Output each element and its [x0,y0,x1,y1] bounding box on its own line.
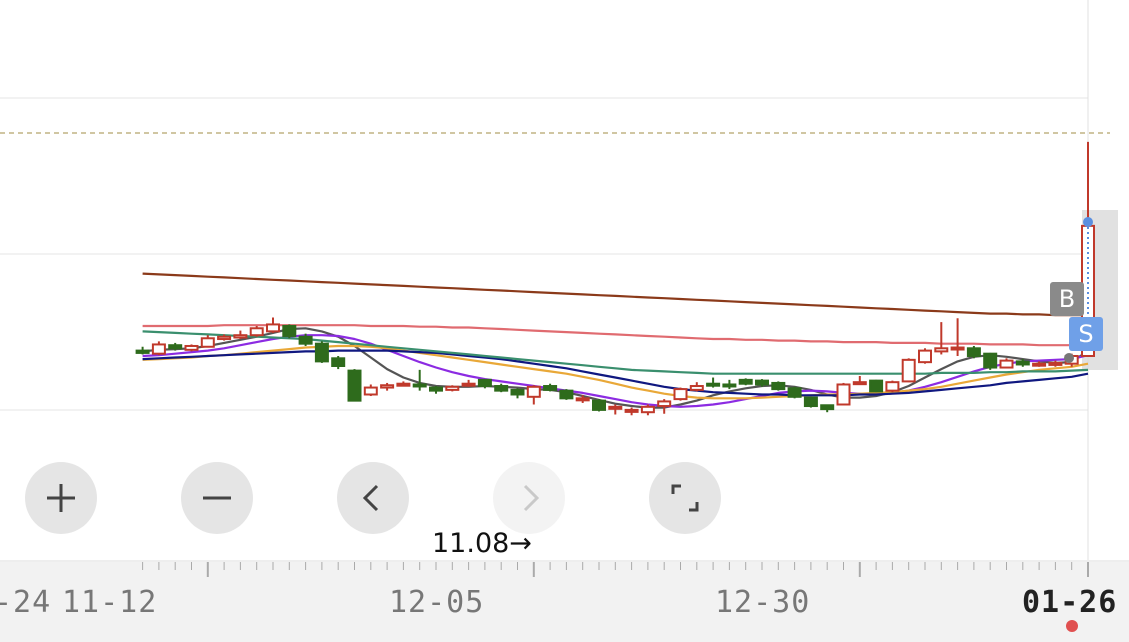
candle-body [820,404,835,411]
candle-body [836,383,851,406]
candle-body [592,399,606,411]
candle-body [918,349,932,364]
x-axis-band [0,562,1129,642]
minus-icon [203,496,231,500]
candle-body [901,358,916,383]
candle-body [429,386,443,392]
chevron-left-icon [362,484,379,512]
candle-body [412,383,427,388]
candle-body [233,334,248,339]
candle-body [314,342,329,363]
candle-body [983,352,998,369]
candle-body [640,405,655,414]
sell-marker: S [1069,317,1103,351]
candle-body [347,369,362,402]
candle-body [934,347,949,353]
candle-body [477,378,492,388]
candle-body [722,383,737,388]
candle-body [950,346,965,351]
candle-body [217,335,232,341]
x-tick-label: -24 [0,585,52,620]
moving-average-line [142,272,1088,317]
candle-body [869,379,884,393]
x-tick-label: 01-26 [1022,585,1118,620]
candle-body [396,382,411,387]
candle-body [526,385,541,398]
candle-body [803,396,818,408]
buy-marker: B [1050,282,1084,316]
latest-indicator [1066,620,1078,632]
candle-body [755,379,769,386]
candle-body [885,381,900,392]
candle-body [249,327,264,337]
candle-body [200,337,215,348]
candle-body [771,381,786,391]
candle-body [608,405,623,410]
candle-body [184,344,199,351]
candle-body [689,385,704,391]
navigation-hint: 11.08→ [432,528,532,559]
candle-body [657,400,672,408]
candle-body [543,385,558,391]
candle-body [510,388,525,396]
signal-point [1064,353,1074,363]
candle-body [331,357,346,367]
x-tick-label: 12-30 [715,585,811,620]
fullscreen-icon [671,484,699,512]
candle-body [1015,360,1030,366]
moving-average-line [142,334,1089,408]
candle-body [135,349,150,354]
candle-body [966,347,981,357]
x-tick-label: 11-12 [62,585,158,620]
candle-body [1032,362,1047,367]
zoom-out-button[interactable] [181,462,253,534]
candlestick-chart[interactable] [0,0,1129,642]
candle-body [266,323,280,333]
candle-body [673,388,688,401]
candle-body [151,343,166,355]
scroll-left-button[interactable] [337,462,409,534]
candle-body [363,386,378,396]
candle-body [787,387,802,398]
candle-body [852,381,867,386]
chevron-right-icon [523,484,540,512]
candle-body [738,378,753,385]
candle-body [494,385,509,392]
candle-body [445,385,460,391]
candle-body [559,389,574,400]
candle-body [1048,361,1063,366]
candle-body [575,397,590,402]
candle-body [461,382,476,387]
candle-body [168,344,183,350]
candle-body [624,408,639,413]
plus-icon [47,484,75,512]
candle-body [298,335,313,345]
fullscreen-button[interactable] [649,462,721,534]
candle-body [999,359,1014,369]
signal-point [1083,217,1093,227]
candle-body [706,382,721,387]
candle-body [282,324,297,337]
x-tick-label: 12-05 [389,585,485,620]
zoom-in-button[interactable] [25,462,97,534]
candle-body [380,384,395,389]
scroll-right-button[interactable] [493,462,565,534]
